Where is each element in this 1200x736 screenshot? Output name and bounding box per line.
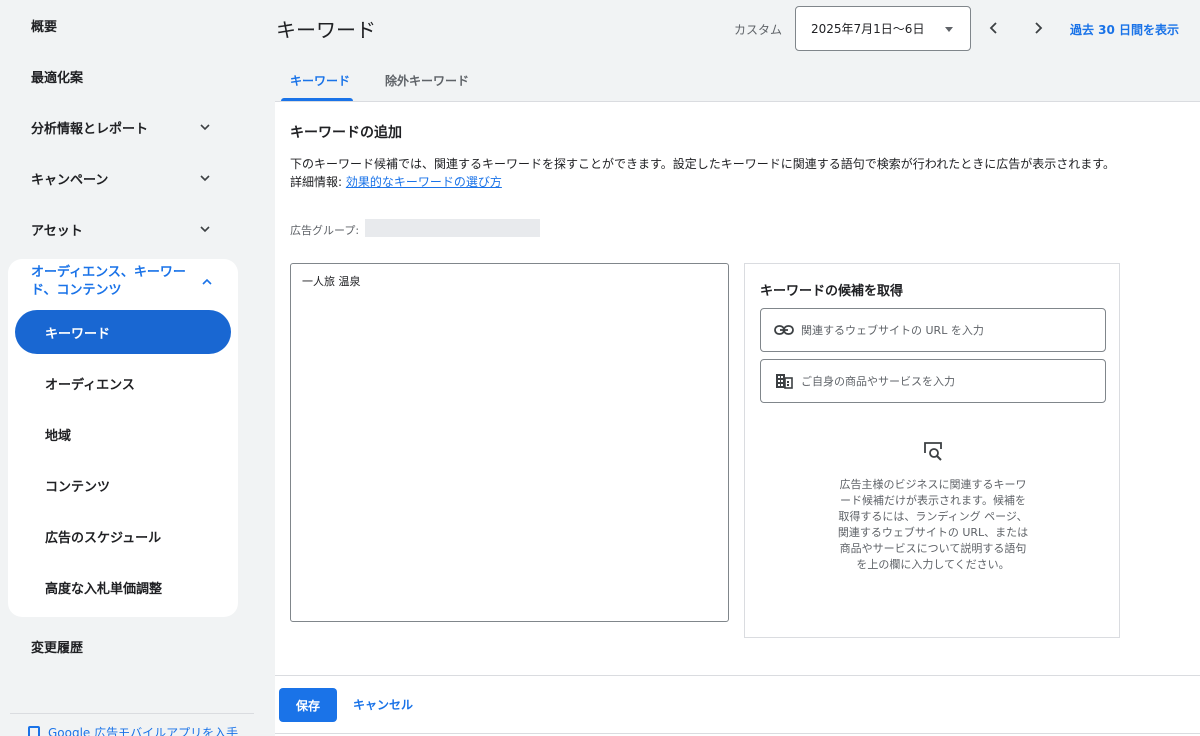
sidebar-item-label: 高度な入札単価調整 bbox=[45, 581, 163, 597]
sidebar-item-keywords[interactable]: キーワード bbox=[15, 310, 231, 354]
action-footer: 保存 キャンセル bbox=[275, 675, 1200, 736]
keyword-add-card: キーワードの追加 下のキーワード候補では、関連するキーワードを探すことができます… bbox=[275, 101, 1200, 675]
sidebar-item-campaigns[interactable]: キャンペーン bbox=[0, 156, 240, 200]
sidebar-item-ad-schedule[interactable]: 広告のスケジュール bbox=[8, 514, 238, 558]
sidebar-item-label: 概要 bbox=[31, 19, 58, 35]
description-text: 下のキーワード候補では、関連するキーワードを探すことができます。設定したキーワー… bbox=[290, 157, 1116, 171]
sidebar-item-label: 変更履歴 bbox=[31, 640, 84, 656]
keywords-textarea[interactable]: 一人旅 温泉 bbox=[290, 263, 729, 622]
phone-icon bbox=[28, 725, 40, 736]
sidebar-item-label: オーディエンス bbox=[45, 377, 135, 393]
sidebar-item-label: キャンペーン bbox=[31, 172, 109, 188]
date-range-type-label: カスタム bbox=[734, 23, 783, 37]
sidebar-item-label: コンテンツ bbox=[45, 479, 111, 495]
business-icon bbox=[774, 373, 794, 389]
keyword-suggestions-panel: キーワードの候補を取得 関連するウェブサイトの URL を入力 ご自身の商品やサ… bbox=[744, 263, 1120, 638]
date-range-value: 2025年7月1日〜6日 bbox=[811, 22, 925, 36]
sidebar-item-label: 地域 bbox=[45, 428, 72, 444]
app-promo-label: Google 広告モバイルアプリを入手 bbox=[48, 726, 239, 736]
sidebar-item-label: 分析情報とレポート bbox=[31, 121, 149, 137]
suggestions-title: キーワードの候補を取得 bbox=[760, 284, 904, 299]
sidebar: 概要 最適化案 分析情報とレポート キャンペーン アセット オーディエンス、キー… bbox=[0, 0, 275, 736]
footer-divider bbox=[275, 733, 1200, 734]
ad-group-value bbox=[365, 219, 540, 237]
page-title: キーワード bbox=[276, 18, 376, 42]
previous-period-button[interactable] bbox=[982, 16, 1006, 40]
chevron-down-icon bbox=[200, 226, 210, 233]
chevron-left-icon bbox=[989, 22, 997, 34]
date-range-picker[interactable]: 2025年7月1日〜6日 bbox=[795, 6, 971, 51]
sidebar-item-label: 最適化案 bbox=[31, 70, 84, 86]
search-suggestion-icon bbox=[924, 442, 942, 461]
sidebar-item-label: アセット bbox=[31, 223, 83, 239]
sidebar-item-audiences[interactable]: オーディエンス bbox=[8, 361, 238, 405]
chevron-right-icon bbox=[1035, 22, 1043, 34]
cancel-button[interactable]: キャンセル bbox=[353, 696, 413, 713]
suggestions-help-text: 広告主様のビジネスに関連するキーワード候補だけが表示されます。候補を取得するには… bbox=[837, 478, 1029, 571]
tab-negative-keywords[interactable]: 除外キーワード bbox=[385, 72, 469, 89]
sidebar-item-locations[interactable]: 地域 bbox=[8, 412, 238, 456]
sidebar-item-advanced-bid-adjustments[interactable]: 高度な入札単価調整 bbox=[8, 565, 238, 609]
chevron-down-icon bbox=[200, 175, 210, 182]
product-service-placeholder: ご自身の商品やサービスを入力 bbox=[801, 375, 955, 388]
ad-group-label: 広告グループ: bbox=[290, 224, 360, 237]
chevron-up-icon bbox=[202, 278, 212, 285]
sidebar-item-recommendations[interactable]: 最適化案 bbox=[0, 54, 240, 98]
sidebar-group-label: オーディエンス、キーワード、コンテンツ bbox=[31, 265, 186, 298]
sidebar-item-change-history[interactable]: 変更履歴 bbox=[0, 624, 240, 668]
sidebar-item-label: 広告のスケジュール bbox=[45, 530, 162, 546]
tab-keywords[interactable]: キーワード bbox=[290, 72, 350, 89]
learn-more-prefix: 詳細情報: bbox=[290, 175, 346, 189]
learn-more-link[interactable]: 効果的なキーワードの選び方 bbox=[346, 175, 502, 189]
product-service-input[interactable]: ご自身の商品やサービスを入力 bbox=[760, 359, 1106, 403]
chevron-down-icon bbox=[200, 124, 210, 131]
save-button[interactable]: 保存 bbox=[279, 688, 337, 722]
website-url-input[interactable]: 関連するウェブサイトの URL を入力 bbox=[760, 308, 1106, 352]
sidebar-item-insights[interactable]: 分析情報とレポート bbox=[0, 105, 240, 149]
link-icon bbox=[774, 322, 794, 338]
sidebar-group-header[interactable]: オーディエンス、キーワード、コンテンツ bbox=[8, 259, 238, 307]
sidebar-item-label: キーワード bbox=[45, 326, 111, 342]
sidebar-divider bbox=[10, 713, 254, 714]
sidebar-item-assets[interactable]: アセット bbox=[0, 207, 240, 251]
sidebar-group-audiences-keywords: オーディエンス、キーワード、コンテンツ キーワード オーディエンス 地域 コンテ… bbox=[8, 259, 238, 617]
next-period-button[interactable] bbox=[1026, 16, 1050, 40]
website-url-placeholder: 関連するウェブサイトの URL を入力 bbox=[801, 324, 984, 337]
dropdown-arrow-icon bbox=[945, 27, 953, 32]
section-title: キーワードの追加 bbox=[290, 125, 402, 141]
sidebar-item-content[interactable]: コンテンツ bbox=[8, 463, 238, 507]
description: 下のキーワード候補では、関連するキーワードを探すことができます。設定したキーワー… bbox=[290, 155, 1195, 191]
sidebar-item-overview[interactable]: 概要 bbox=[0, 3, 240, 47]
show-last-30-days-link[interactable]: 過去 30 日間を表示 bbox=[1070, 21, 1179, 38]
app-promo-link[interactable]: Google 広告モバイルアプリを入手 bbox=[28, 724, 238, 736]
